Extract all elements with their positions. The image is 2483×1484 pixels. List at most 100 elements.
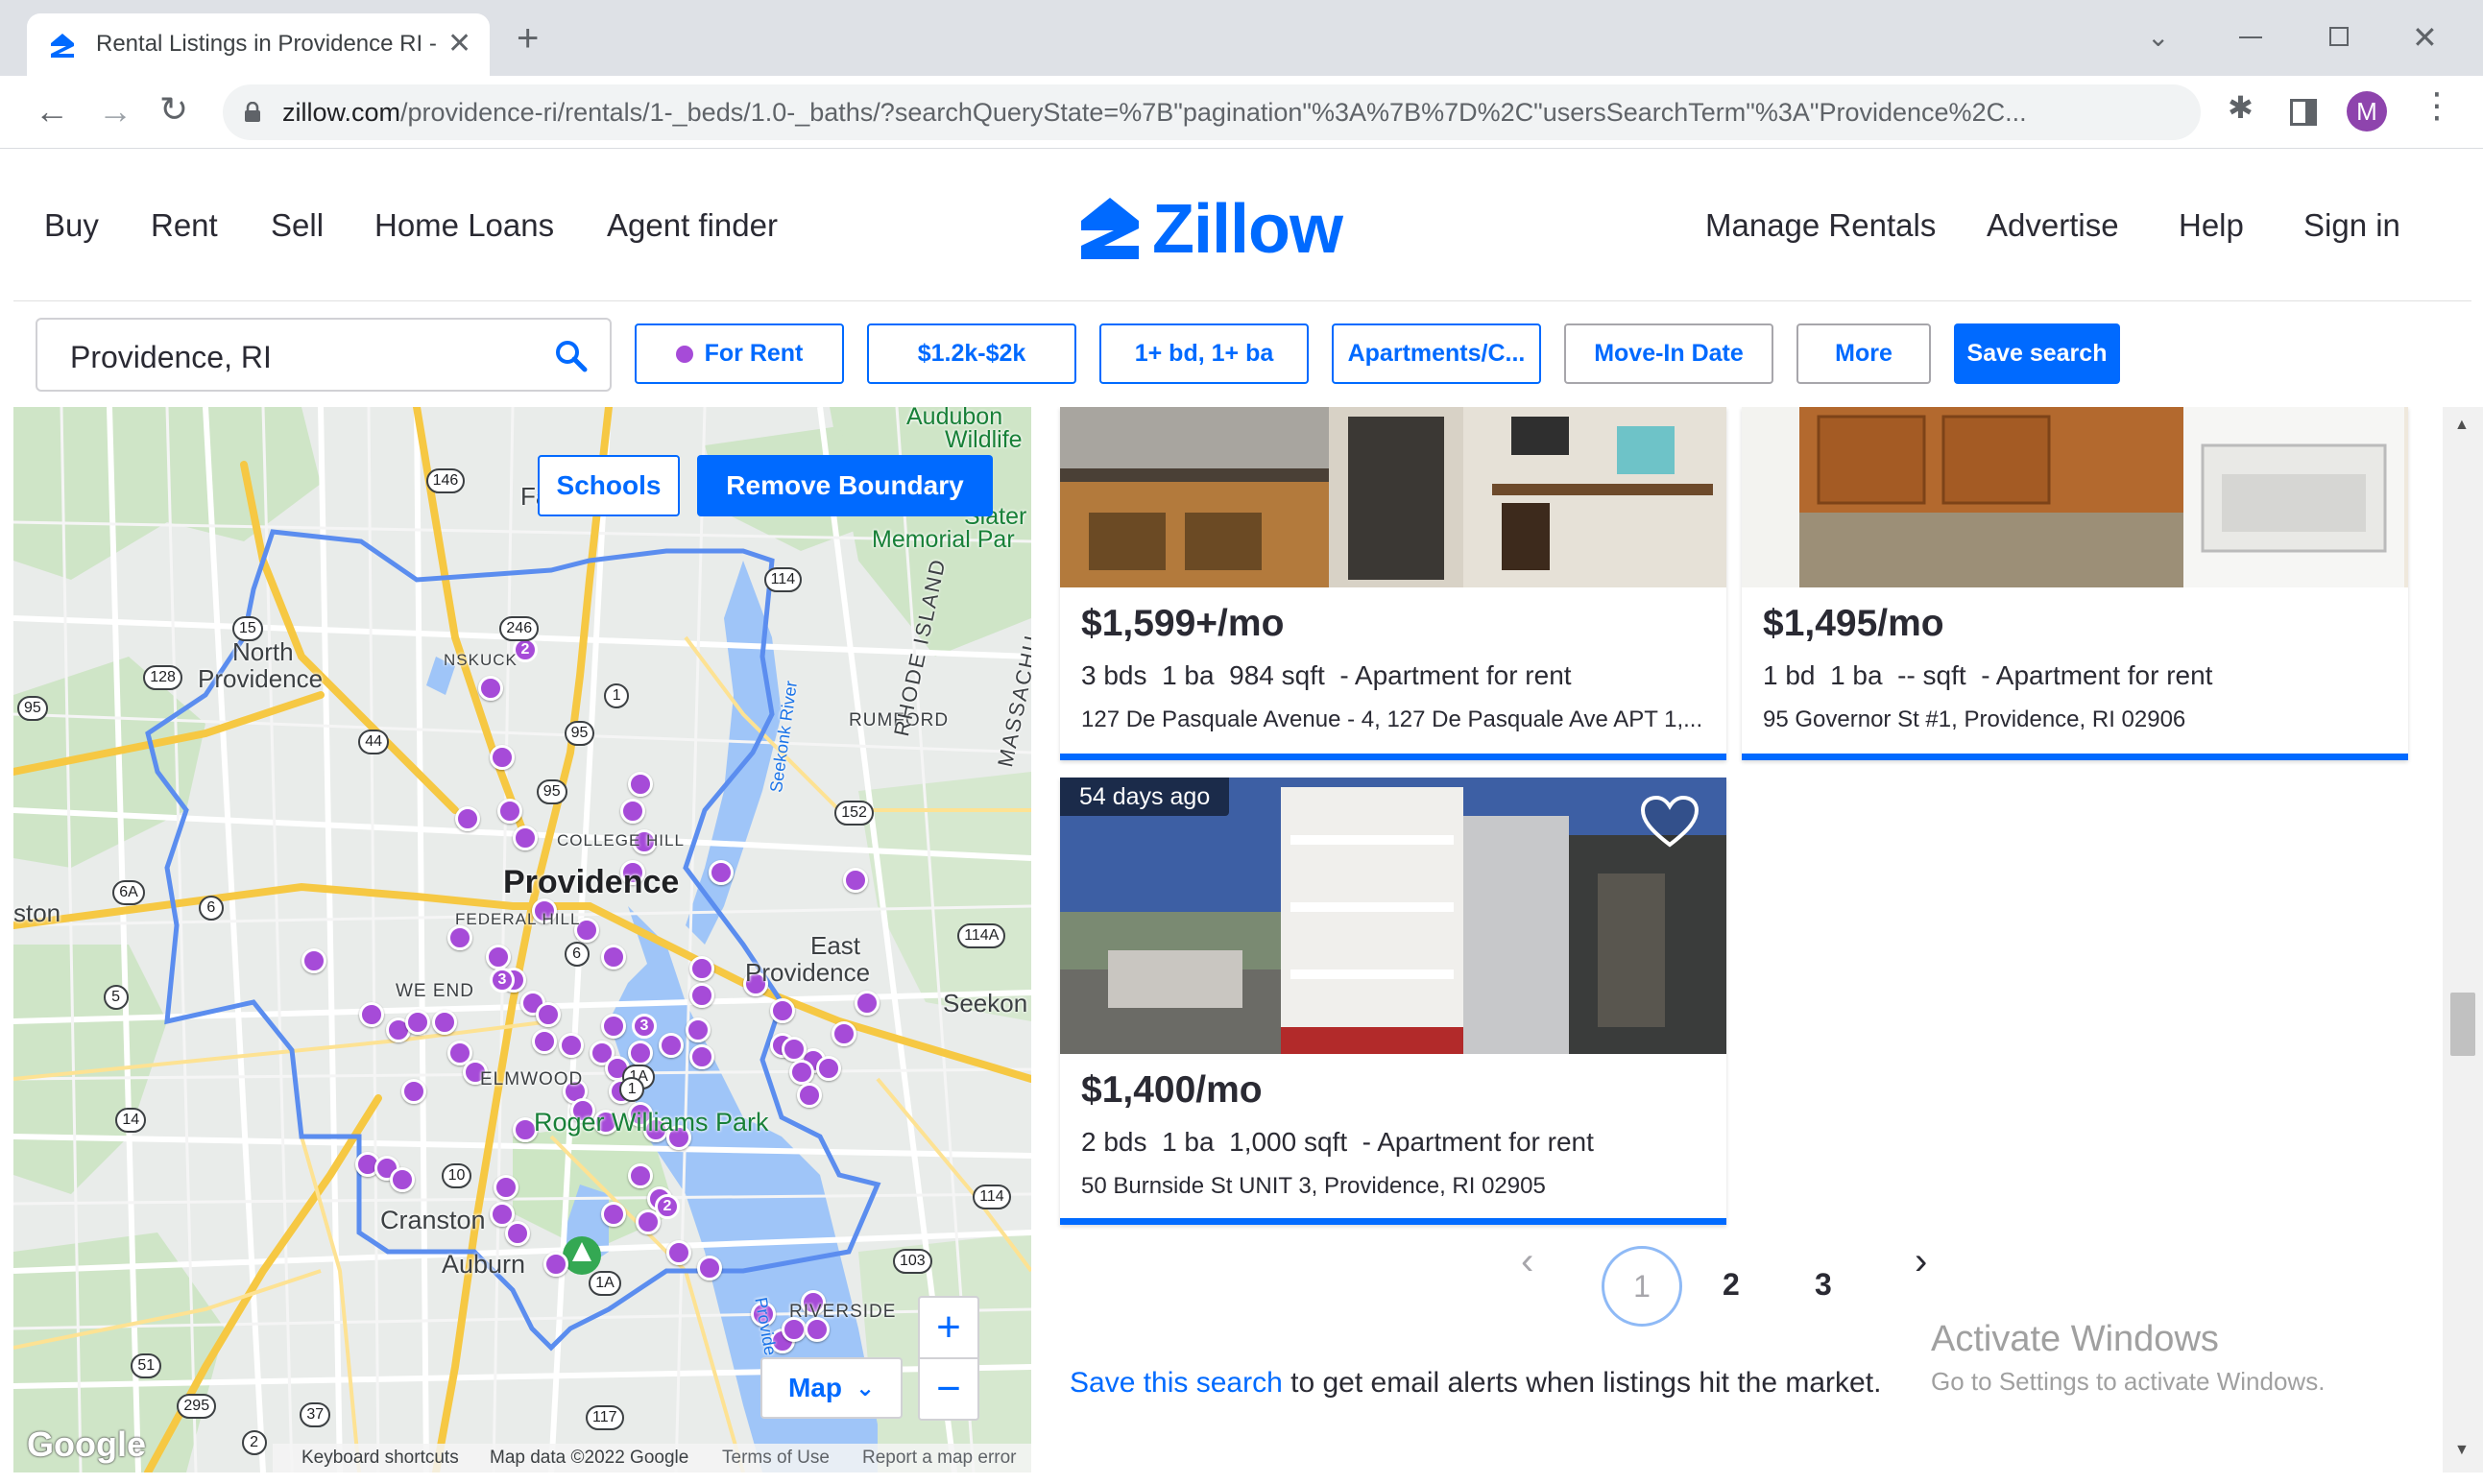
- route-shields-layer: 146 246 114 15 128 95 1 44 95 152 6A 6 5 6 114A 1A 14 10 1…: [13, 407, 1031, 1472]
- prev-page-chevron-icon[interactable]: ‹: [1521, 1240, 1533, 1283]
- address-bar[interactable]: zillow.com/providence-ri/rentals/1-_beds…: [223, 84, 2201, 140]
- route-shield: 1: [604, 683, 630, 709]
- zoom-out-button[interactable]: −: [920, 1359, 977, 1419]
- route-shield: 5: [103, 985, 129, 1010]
- listing-baths: 1 ba: [1162, 660, 1215, 690]
- route-shield: 114: [763, 566, 803, 592]
- route-shield: 6: [198, 896, 224, 922]
- route-shield: 1A: [589, 1270, 621, 1296]
- listing-type: - Apartment for rent: [1981, 660, 2213, 690]
- profile-avatar[interactable]: M: [2347, 91, 2387, 132]
- route-shield: 15: [232, 616, 263, 641]
- reload-icon[interactable]: ↻: [159, 89, 188, 130]
- tab-strip: Rental Listings in Providence RI - ✕ + ⌄…: [0, 0, 2483, 76]
- schools-button[interactable]: Schools: [538, 455, 680, 516]
- nav-agent-finder[interactable]: Agent finder: [607, 207, 778, 244]
- route-shield: 117: [586, 1405, 624, 1431]
- listing-type: - Apartment for rent: [1362, 1127, 1594, 1157]
- minimize-icon[interactable]: [2239, 36, 2262, 38]
- scrollbar-thumb[interactable]: [2450, 993, 2475, 1056]
- map-type-button[interactable]: Map ⌄: [760, 1357, 903, 1419]
- listing-card[interactable]: $1,495/mo 1 bd 1 ba -- sqft - Apartment …: [1742, 407, 2408, 760]
- listing-card[interactable]: $1,599+/mo 3 bds 1 ba 984 sqft - Apartme…: [1060, 407, 1726, 760]
- page-2-button[interactable]: 2: [1723, 1267, 1740, 1303]
- nav-manage-rentals[interactable]: Manage Rentals: [1705, 207, 1936, 244]
- nav-rent[interactable]: Rent: [151, 207, 218, 244]
- heart-icon[interactable]: [1640, 795, 1700, 849]
- route-shield: 128: [143, 665, 182, 691]
- save-search-button[interactable]: Save search: [1954, 323, 2120, 384]
- page-3-button[interactable]: 3: [1815, 1267, 1832, 1303]
- listing-address: 127 De Pasquale Avenue - 4, 127 De Pasqu…: [1081, 706, 1703, 732]
- listing-type: - Apartment for rent: [1339, 660, 1572, 690]
- activate-windows-subtitle: Go to Settings to activate Windows.: [1931, 1367, 2326, 1396]
- forward-icon[interactable]: →: [98, 91, 133, 132]
- route-shield: 14: [115, 1108, 147, 1133]
- restore-icon[interactable]: [2329, 27, 2349, 46]
- zoom-in-button[interactable]: +: [920, 1298, 977, 1359]
- listing-card[interactable]: 54 days ago $1,400/mo 2 bds 1 ba 1,000 s…: [1060, 778, 1726, 1225]
- route-shield: 246: [499, 616, 540, 641]
- more-filters-button[interactable]: More: [1796, 323, 1931, 384]
- listing-photo-kitchen[interactable]: [1742, 407, 2408, 587]
- report-map-error-link[interactable]: Report a map error: [862, 1448, 1017, 1469]
- search-icon[interactable]: [554, 339, 589, 373]
- listing-beds: 1 bd: [1763, 660, 1816, 690]
- nav-buy[interactable]: Buy: [44, 207, 99, 244]
- browser-tab[interactable]: Rental Listings in Providence RI - ✕: [27, 13, 490, 76]
- listing-age-badge: 54 days ago: [1060, 778, 1230, 816]
- rent-dot-icon: [675, 345, 693, 363]
- next-page-chevron-icon[interactable]: ›: [1915, 1240, 1927, 1283]
- tab-search-chevron-icon[interactable]: ⌄: [2147, 21, 2169, 53]
- page-1-button[interactable]: 1: [1602, 1246, 1682, 1327]
- nav-advertise[interactable]: Advertise: [1987, 207, 2119, 244]
- zillow-logo-icon: [1081, 198, 1139, 259]
- nav-sell[interactable]: Sell: [271, 207, 324, 244]
- zillow-wordmark: Zillow: [1152, 191, 1343, 268]
- back-icon[interactable]: ←: [35, 91, 69, 132]
- home-type-filter-button[interactable]: Apartments/C...: [1332, 323, 1541, 384]
- price-filter-button[interactable]: $1.2k-$2k: [867, 323, 1076, 384]
- new-tab-icon[interactable]: +: [517, 19, 539, 58]
- route-shield: 1: [619, 1077, 645, 1102]
- side-panel-icon[interactable]: [2290, 99, 2317, 126]
- close-window-icon[interactable]: ✕: [2412, 19, 2438, 56]
- location-search-input[interactable]: Providence, RI: [36, 318, 612, 392]
- listing-sqft: 984 sqft: [1229, 660, 1325, 690]
- listing-facts: 3 bds 1 ba 984 sqft - Apartment for rent: [1081, 660, 1572, 691]
- terms-of-use-link[interactable]: Terms of Use: [722, 1448, 830, 1469]
- nav-sign-in[interactable]: Sign in: [2303, 207, 2400, 244]
- route-shield: 44: [358, 730, 389, 755]
- route-shield: 95: [17, 696, 48, 722]
- menu-kebab-icon[interactable]: ⋮: [2420, 85, 2454, 126]
- beds-baths-filter-button[interactable]: 1+ bd, 1+ ba: [1099, 323, 1309, 384]
- listing-photo-kitchen[interactable]: [1060, 407, 1726, 587]
- listings-scrollbar[interactable]: ▲ ▼: [2443, 407, 2483, 1472]
- lock-icon: [244, 102, 261, 123]
- zillow-logo[interactable]: Zillow: [1079, 191, 1406, 271]
- route-shield: 95: [564, 720, 595, 746]
- map-footer: Keyboard shortcuts Map data ©2022 Google…: [273, 1444, 1031, 1472]
- keyboard-shortcuts-link[interactable]: Keyboard shortcuts: [301, 1448, 459, 1469]
- listing-beds: 2 bds: [1081, 1127, 1147, 1157]
- listing-baths: 1 ba: [1830, 660, 1883, 690]
- save-this-search-link[interactable]: Save this search: [1070, 1367, 1283, 1399]
- nav-home-loans[interactable]: Home Loans: [374, 207, 554, 244]
- route-shield: 6: [564, 942, 590, 968]
- listing-address: 95 Governor St #1, Providence, RI 02906: [1763, 706, 2186, 732]
- scroll-up-arrow-icon[interactable]: ▲: [2454, 417, 2470, 434]
- route-shield: 114: [973, 1185, 1011, 1209]
- route-shield: 103: [893, 1249, 932, 1275]
- route-shield: 114A: [957, 923, 1006, 948]
- move-in-date-filter-button[interactable]: Move-In Date: [1564, 323, 1773, 384]
- listing-photo-house[interactable]: [1060, 778, 1726, 1054]
- nav-help[interactable]: Help: [2179, 207, 2244, 244]
- listing-baths: 1 ba: [1162, 1127, 1215, 1157]
- scroll-down-arrow-icon[interactable]: ▼: [2454, 1442, 2470, 1459]
- map-panel[interactable]: 2332 North Providence East Providence Cr…: [13, 407, 1031, 1472]
- close-tab-icon[interactable]: ✕: [447, 27, 471, 60]
- for-rent-filter-button[interactable]: For Rent: [635, 323, 844, 384]
- extensions-icon[interactable]: ✱: [2228, 89, 2254, 126]
- remove-boundary-button[interactable]: Remove Boundary: [697, 455, 993, 516]
- google-logo: Google: [27, 1424, 146, 1464]
